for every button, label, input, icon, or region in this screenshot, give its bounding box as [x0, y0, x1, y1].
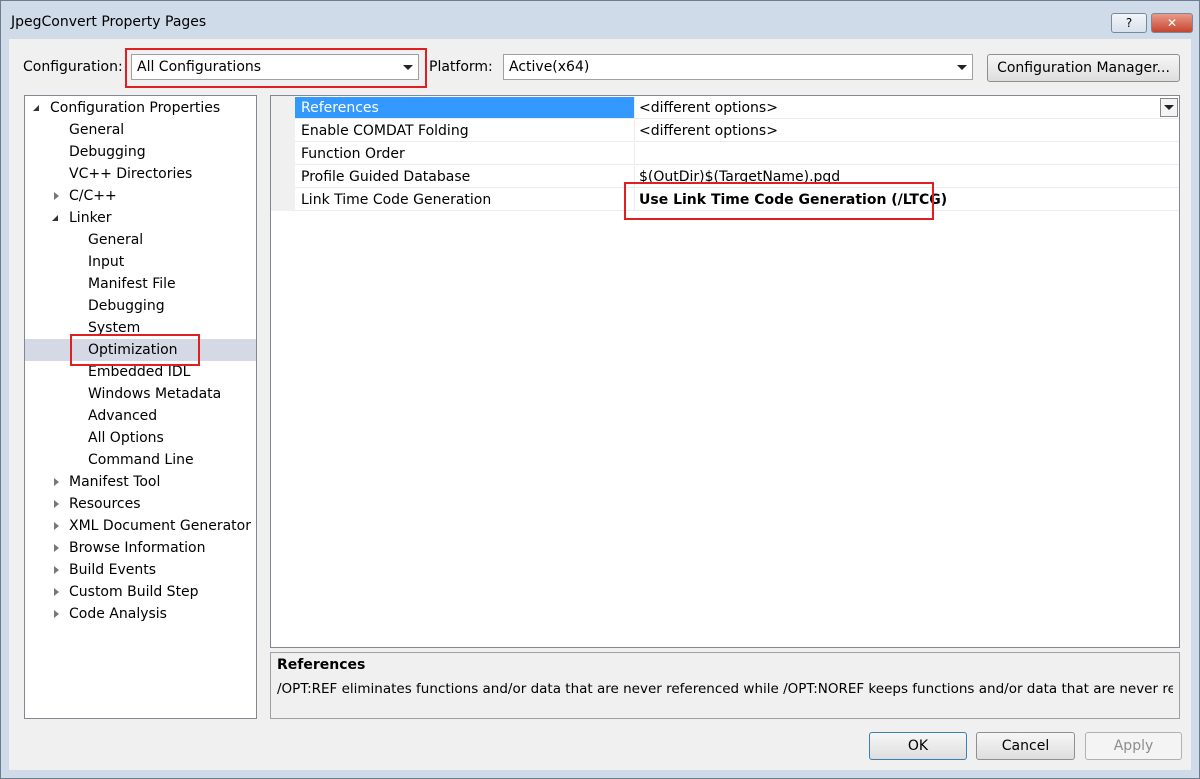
property-row-references[interactable]: References <different options> — [271, 97, 1179, 120]
tree-item-c-cpp[interactable]: C/C++ — [25, 185, 256, 207]
tree-item-all-options[interactable]: All Options — [25, 427, 256, 449]
collapsed-icon[interactable] — [54, 544, 59, 552]
tree-item-general[interactable]: General — [25, 119, 256, 141]
value-dropdown-button[interactable] — [1160, 98, 1178, 117]
tree-root[interactable]: Configuration Properties — [25, 97, 256, 119]
help-button[interactable]: ? — [1111, 13, 1147, 33]
expanded-icon — [33, 105, 39, 111]
tree-item-system[interactable]: System — [25, 317, 256, 339]
tree-item-label: General — [88, 232, 144, 248]
cancel-button[interactable]: Cancel — [976, 732, 1075, 760]
tree-item-label: XML Document Generator — [69, 518, 251, 534]
tree-item-label: Optimization — [88, 342, 178, 358]
tree-item-label: Windows Metadata — [88, 386, 222, 402]
category-tree[interactable]: Configuration Properties General Debuggi… — [24, 95, 257, 719]
tree-item-label: Embedded IDL — [88, 364, 191, 380]
chevron-down-icon — [1164, 105, 1174, 110]
tree-item-label: Command Line — [88, 452, 194, 468]
tree-item-command-line[interactable]: Command Line — [25, 449, 256, 471]
description-panel: References /OPT:REF eliminates functions… — [270, 652, 1180, 719]
tree-item-resources[interactable]: Resources — [25, 493, 256, 515]
tree-item-label: Build Events — [69, 562, 156, 578]
tree-item-code-analysis[interactable]: Code Analysis — [25, 603, 256, 625]
close-button[interactable]: ✕ — [1151, 13, 1193, 33]
configuration-label: Configuration: — [23, 59, 123, 75]
property-value[interactable]: Use Link Time Code Generation (/LTCG) — [635, 189, 1179, 211]
platform-dropdown[interactable]: Active(x64) — [503, 54, 973, 80]
collapsed-icon[interactable] — [54, 610, 59, 618]
collapsed-icon[interactable] — [54, 566, 59, 574]
description-text: /OPT:REF eliminates functions and/or dat… — [277, 681, 1173, 697]
property-value[interactable]: $(OutDir)$(TargetName).pgd — [635, 166, 1179, 188]
configuration-value: All Configurations — [137, 59, 262, 75]
chevron-down-icon — [957, 65, 967, 70]
tree-item-manifest-file[interactable]: Manifest File — [25, 273, 256, 295]
property-grid[interactable]: References <different options> Enable CO… — [270, 95, 1180, 648]
property-row-function-order[interactable]: Function Order — [271, 143, 1179, 166]
collapsed-icon[interactable] — [54, 588, 59, 596]
property-name: References — [295, 97, 635, 119]
collapsed-icon[interactable] — [54, 192, 59, 200]
tree-item-label: Debugging — [69, 144, 146, 160]
property-name: Enable COMDAT Folding — [295, 120, 635, 142]
tree-item-label: Custom Build Step — [69, 584, 199, 600]
tree-item-linker-general[interactable]: General — [25, 229, 256, 251]
expanded-icon[interactable] — [52, 215, 58, 221]
window-title: JpegConvert Property Pages — [11, 14, 207, 30]
property-value[interactable]: <different options> — [635, 97, 1179, 119]
chevron-down-icon — [403, 65, 413, 70]
tree-item-linker-input[interactable]: Input — [25, 251, 256, 273]
property-value[interactable]: <different options> — [635, 120, 1179, 142]
tree-item-label: Manifest File — [88, 276, 176, 292]
property-name: Link Time Code Generation — [295, 189, 635, 211]
tree-item-label: Manifest Tool — [69, 474, 161, 490]
property-name: Function Order — [295, 143, 635, 165]
apply-button[interactable]: Apply — [1085, 732, 1182, 760]
configuration-manager-button[interactable]: Configuration Manager... — [987, 54, 1180, 82]
property-name: Profile Guided Database — [295, 166, 635, 188]
platform-value: Active(x64) — [509, 59, 590, 75]
tree-item-label: Resources — [69, 496, 141, 512]
tree-item-label: Input — [88, 254, 125, 270]
tree-item-label: General — [69, 122, 125, 138]
tree-item-optimization[interactable]: Optimization — [25, 339, 256, 361]
tree-item-build-events[interactable]: Build Events — [25, 559, 256, 581]
tree-item-embedded-idl[interactable]: Embedded IDL — [25, 361, 256, 383]
tree-item-linker[interactable]: Linker — [25, 207, 256, 229]
tree-item-browse-information[interactable]: Browse Information — [25, 537, 256, 559]
property-value[interactable] — [635, 143, 1179, 165]
tree-item-custom-build-step[interactable]: Custom Build Step — [25, 581, 256, 603]
property-row-link-time-code-generation[interactable]: Link Time Code Generation Use Link Time … — [271, 189, 1179, 212]
dialog-client: Configuration: All Configurations Platfo… — [9, 39, 1191, 770]
tree-item-label: Browse Information — [69, 540, 206, 556]
tree-item-label: Advanced — [88, 408, 158, 424]
ok-button[interactable]: OK — [869, 732, 967, 760]
tree-item-label: C/C++ — [69, 188, 117, 204]
tree-item-label: All Options — [88, 430, 164, 446]
tree-item-debugging[interactable]: Debugging — [25, 141, 256, 163]
tree-item-label: Code Analysis — [69, 606, 167, 622]
collapsed-icon[interactable] — [54, 500, 59, 508]
tree-item-vc-directories[interactable]: VC++ Directories — [25, 163, 256, 185]
title-bar[interactable]: JpegConvert Property Pages ? ✕ — [1, 1, 1199, 39]
property-row-enable-comdat-folding[interactable]: Enable COMDAT Folding <different options… — [271, 120, 1179, 143]
platform-label: Platform: — [429, 59, 493, 75]
tree-item-label: Debugging — [88, 298, 165, 314]
collapsed-icon[interactable] — [54, 478, 59, 486]
property-pages-window: JpegConvert Property Pages ? ✕ Configura… — [0, 0, 1200, 779]
tree-root-label: Configuration Properties — [50, 100, 221, 116]
tree-item-windows-metadata[interactable]: Windows Metadata — [25, 383, 256, 405]
collapsed-icon[interactable] — [54, 522, 59, 530]
tree-item-label: System — [88, 320, 141, 336]
property-row-profile-guided-database[interactable]: Profile Guided Database $(OutDir)$(Targe… — [271, 166, 1179, 189]
tree-item-label: Linker — [69, 210, 112, 226]
tree-item-linker-debugging[interactable]: Debugging — [25, 295, 256, 317]
configuration-dropdown[interactable]: All Configurations — [131, 54, 419, 80]
tree-item-label: VC++ Directories — [69, 166, 193, 182]
tree-item-xml-document-generator[interactable]: XML Document Generator — [25, 515, 256, 537]
tree-item-advanced[interactable]: Advanced — [25, 405, 256, 427]
description-title: References — [277, 657, 366, 673]
tree-item-manifest-tool[interactable]: Manifest Tool — [25, 471, 256, 493]
